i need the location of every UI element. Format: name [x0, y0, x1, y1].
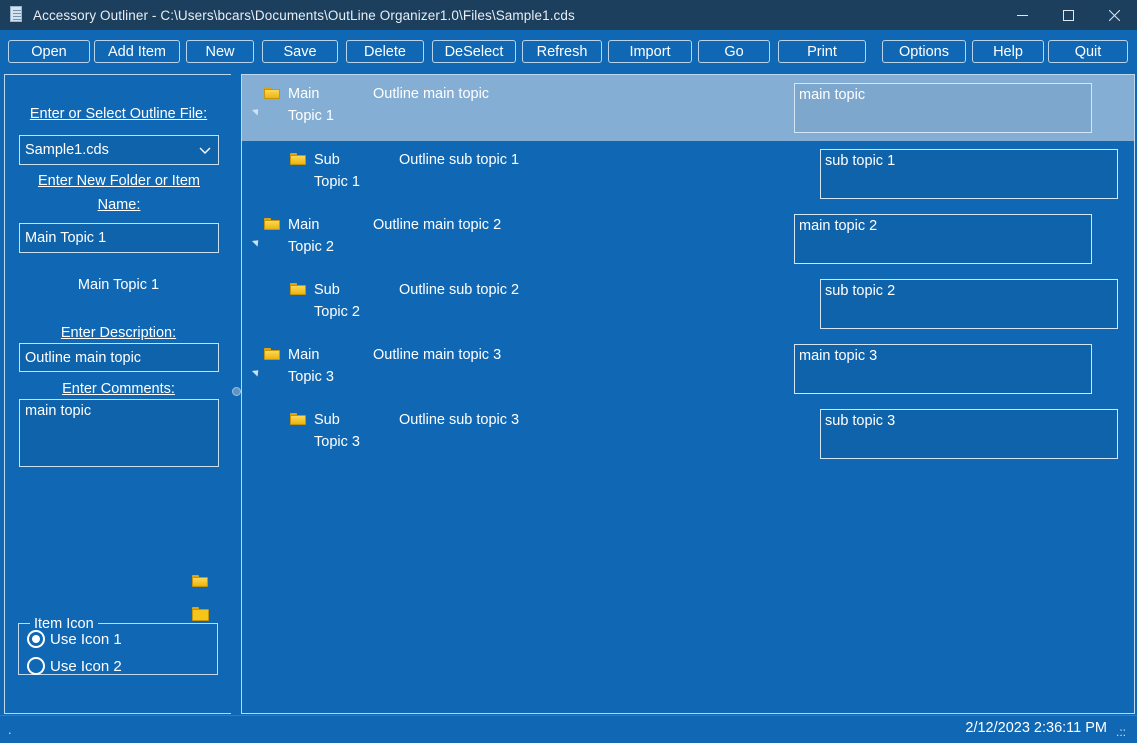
tree-item-comment-box[interactable]: sub topic 1 — [820, 149, 1118, 199]
deselect-button[interactable]: DeSelect — [432, 40, 516, 63]
comments-label: Enter Comments: — [62, 381, 175, 397]
chevron-down-icon — [197, 142, 213, 158]
radio-selected-icon — [27, 630, 45, 648]
add-item-button[interactable]: Add Item — [94, 40, 180, 63]
tree-item-comment-box[interactable]: main topic 3 — [794, 344, 1092, 394]
tree-item-description: Outline main topic — [373, 86, 490, 102]
tree-item-comment-box[interactable]: sub topic 3 — [820, 409, 1118, 459]
description-label: Enter Description: — [60, 325, 177, 341]
window-title: Accessory Outliner - C:\Users\bcars\Docu… — [33, 7, 575, 23]
comments-value: main topic — [25, 403, 92, 419]
tree-item-description: Outline sub topic 3 — [399, 412, 520, 428]
close-icon[interactable] — [1091, 0, 1137, 30]
status-left-text: . — [8, 722, 12, 737]
comments-input[interactable]: main topic — [19, 399, 219, 467]
print-button[interactable]: Print — [778, 40, 866, 63]
folder-icon — [264, 217, 280, 230]
panel-splitter[interactable] — [231, 74, 241, 714]
new-item-label: Enter New Folder or Item Name: — [38, 173, 200, 213]
folder-icon — [290, 412, 306, 425]
status-bar: . 2/12/2023 2:36:11 PM .:: — [0, 715, 1137, 743]
folder-icon-2-preview[interactable] — [192, 606, 209, 621]
save-button[interactable]: Save — [262, 40, 338, 63]
selected-item-text: Main Topic 1 — [77, 277, 160, 293]
help-button[interactable]: Help — [972, 40, 1044, 63]
resize-grip-icon: .:: — [1116, 725, 1127, 739]
tree-item-description: Outline main topic 3 — [373, 347, 502, 363]
outline-file-value: Sample1.cds — [25, 142, 109, 158]
title-bar: Accessory Outliner - C:\Users\bcars\Docu… — [0, 0, 1137, 30]
sidebar-panel: Enter or Select Outline File: Sample1.cd… — [4, 74, 233, 714]
tree-item-name: Main Topic 3 — [288, 347, 334, 385]
application-window: Accessory Outliner - C:\Users\bcars\Docu… — [0, 0, 1137, 743]
status-timestamp: 2/12/2023 2:36:11 PM — [965, 720, 1107, 736]
new-button[interactable]: New — [186, 40, 254, 63]
folder-icon — [290, 282, 306, 295]
tree-item-description: Outline sub topic 2 — [399, 282, 520, 298]
outline-file-select[interactable]: Sample1.cds — [19, 135, 219, 165]
tree-item-name: Sub Topic 3 — [314, 412, 360, 450]
tree-item-comment-box[interactable]: sub topic 2 — [820, 279, 1118, 329]
tree-item-comment-box[interactable]: main topic — [794, 83, 1092, 133]
folder-icon — [264, 347, 280, 360]
tree-item-name: Main Topic 2 — [288, 217, 334, 255]
description-input[interactable]: Outline main topic — [19, 343, 219, 372]
minimize-icon[interactable] — [999, 0, 1045, 30]
go-button[interactable]: Go — [698, 40, 770, 63]
outline-file-label: Enter or Select Outline File: — [29, 106, 208, 122]
tree-item-name: Sub Topic 1 — [314, 152, 360, 190]
description-value: Outline main topic — [25, 349, 142, 366]
radio-unselected-icon — [27, 657, 45, 675]
expand-collapse-icon[interactable] — [251, 237, 262, 247]
radio-use-icon-2-label: Use Icon 2 — [50, 657, 122, 675]
new-item-value: Main Topic 1 — [25, 230, 107, 246]
radio-use-icon-1[interactable]: Use Icon 1 — [27, 630, 122, 648]
radio-use-icon-2[interactable]: Use Icon 2 — [27, 657, 122, 675]
import-button[interactable]: Import — [608, 40, 692, 63]
outline-tree-panel[interactable]: Main Topic 1 Outline main topic main topic… — [241, 74, 1135, 714]
tree-item-description: Outline main topic 2 — [373, 217, 502, 233]
options-button[interactable]: Options — [882, 40, 966, 63]
tree-item-comment-box[interactable]: main topic 2 — [794, 214, 1092, 264]
folder-icon — [290, 152, 306, 165]
maximize-icon[interactable] — [1045, 0, 1091, 30]
splitter-grip-icon[interactable] — [232, 387, 241, 396]
delete-button[interactable]: Delete — [346, 40, 424, 63]
radio-use-icon-1-label: Use Icon 1 — [50, 630, 122, 648]
tree-item-name: Sub Topic 2 — [314, 282, 360, 320]
refresh-button[interactable]: Refresh — [522, 40, 602, 63]
tree-item-name: Main Topic 1 — [288, 86, 334, 124]
open-button[interactable]: Open — [8, 40, 90, 63]
expand-collapse-icon[interactable] — [251, 367, 262, 377]
toolbar: Open Add Item New Save Delete DeSelect Refresh… — [0, 30, 1137, 72]
folder-icon-1-preview[interactable] — [192, 574, 208, 587]
folder-icon — [264, 86, 280, 99]
document-icon — [9, 6, 25, 24]
window-controls — [999, 0, 1137, 30]
new-item-input[interactable]: Main Topic 1 — [19, 223, 219, 253]
tree-item-description: Outline sub topic 1 — [399, 152, 520, 168]
expand-collapse-icon[interactable] — [251, 106, 262, 116]
quit-button[interactable]: Quit — [1048, 40, 1128, 63]
